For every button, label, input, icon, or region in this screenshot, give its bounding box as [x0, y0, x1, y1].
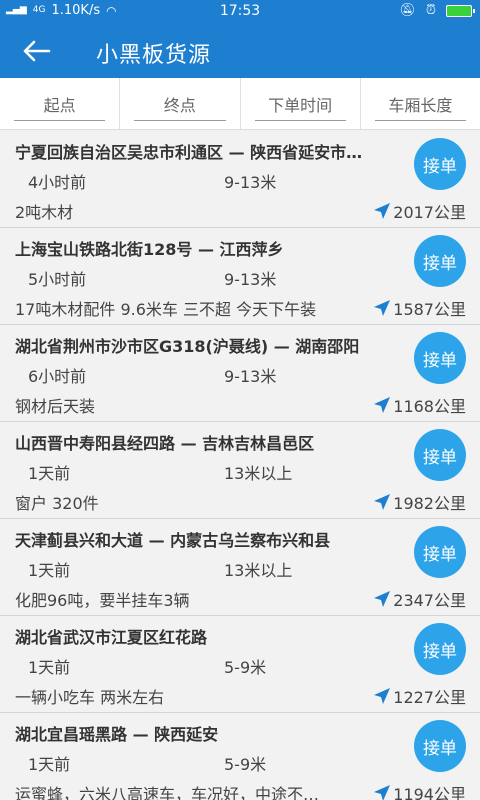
- navigation-arrow-icon: [374, 688, 391, 704]
- cargo-description: 一辆小吃车 两米左右: [15, 688, 165, 707]
- post-time: 4小时前: [28, 173, 87, 192]
- truck-length: 13米以上: [224, 464, 293, 483]
- cargo-description: 窗户 320件: [15, 494, 99, 513]
- post-time: 1天前: [28, 755, 71, 774]
- filter-tabs: 起点 终点 下单时间 车厢长度: [0, 78, 480, 130]
- accept-order-button[interactable]: 接单: [414, 138, 466, 190]
- tab-underline: [254, 120, 346, 121]
- tab-underline: [14, 120, 106, 121]
- page-title: 小黑板货源: [96, 43, 212, 68]
- tab-label: 起点: [43, 95, 76, 115]
- list-item[interactable]: 山西晋中寿阳县经四路 — 吉林吉林昌邑区 1天前 13米以上 窗户 320件 1…: [0, 422, 480, 519]
- route-text: 山西晋中寿阳县经四路 — 吉林吉林昌邑区: [15, 434, 315, 453]
- tab-order-time[interactable]: 下单时间: [241, 78, 361, 129]
- accept-order-button[interactable]: 接单: [414, 429, 466, 481]
- navigation-arrow-icon: [374, 785, 391, 800]
- list-item[interactable]: 上海宝山铁路北街128号 — 江西萍乡 5小时前 9-13米 17吨木材配件 9…: [0, 228, 480, 325]
- truck-length: 5-9米: [224, 755, 267, 774]
- tab-origin[interactable]: 起点: [0, 78, 121, 129]
- truck-length: 5-9米: [224, 658, 267, 677]
- navigation-arrow-icon: [374, 203, 391, 219]
- tab-truck-length[interactable]: 车厢长度: [361, 78, 480, 129]
- list-item[interactable]: 天津蓟县兴和大道 — 内蒙古乌兰察布兴和县 1天前 13米以上 化肥96吨，要半…: [0, 519, 480, 616]
- distance: 1194公里: [373, 781, 466, 800]
- cargo-description: 化肥96吨，要半挂车3辆: [15, 591, 190, 610]
- list-item[interactable]: 湖北省荆州市沙市区G318(沪聂线) — 湖南邵阳 6小时前 9-13米 钢材后…: [0, 325, 480, 422]
- status-bar: ▂▄▆ 4G 1.10K/s ◠ 17:53 🔕︎ ⏰︎: [0, 0, 480, 24]
- route-text: 宁夏回族自治区吴忠市利通区 — 陕西省延安市…: [15, 143, 363, 162]
- tab-label: 终点: [163, 95, 196, 115]
- distance-value: 1168公里: [393, 397, 466, 416]
- distance-value: 1587公里: [393, 300, 466, 319]
- mute-icon: 🔕︎: [399, 3, 416, 18]
- route-text: 湖北省武汉市江夏区红花路: [15, 628, 208, 647]
- distance-value: 1982公里: [393, 494, 466, 513]
- navigation-arrow-icon: [374, 397, 391, 413]
- truck-length: 9-13米: [224, 367, 277, 386]
- distance: 1587公里: [373, 296, 466, 320]
- cargo-description: 17吨木材配件 9.6米车 三不超 今天下午装: [15, 300, 317, 319]
- accept-order-button[interactable]: 接单: [414, 235, 466, 287]
- tab-destination[interactable]: 终点: [120, 78, 241, 129]
- cargo-description: 运蜜蜂，六米八高速车，车况好，中途不…: [15, 785, 320, 800]
- distance-value: 2017公里: [393, 203, 466, 222]
- distance: 2017公里: [373, 199, 466, 223]
- back-arrow-icon: [23, 40, 51, 62]
- navigation-arrow-icon: [374, 591, 391, 607]
- distance: 1982公里: [373, 490, 466, 514]
- cargo-description: 钢材后天装: [15, 397, 96, 416]
- distance-value: 1194公里: [393, 785, 466, 800]
- distance: 1227公里: [373, 684, 466, 708]
- back-button[interactable]: [14, 31, 58, 71]
- truck-length: 9-13米: [224, 173, 277, 192]
- post-time: 1天前: [28, 658, 71, 677]
- tab-label: 下单时间: [268, 95, 333, 115]
- cargo-list: 宁夏回族自治区吴忠市利通区 — 陕西省延安市… 4小时前 9-13米 2吨木材 …: [0, 131, 480, 800]
- alarm-icon: ⏰︎: [425, 3, 436, 18]
- accept-order-button[interactable]: 接单: [414, 623, 466, 675]
- distance-value: 1227公里: [393, 688, 466, 707]
- tab-label: 车厢长度: [388, 95, 453, 115]
- accept-order-button[interactable]: 接单: [414, 720, 466, 772]
- accept-order-button[interactable]: 接单: [414, 332, 466, 384]
- distance-value: 2347公里: [393, 591, 466, 610]
- truck-length: 9-13米: [224, 270, 277, 289]
- list-item[interactable]: 宁夏回族自治区吴忠市利通区 — 陕西省延安市… 4小时前 9-13米 2吨木材 …: [0, 131, 480, 228]
- distance: 1168公里: [373, 393, 466, 417]
- post-time: 5小时前: [28, 270, 87, 289]
- post-time: 6小时前: [28, 367, 87, 386]
- accept-order-button[interactable]: 接单: [414, 526, 466, 578]
- list-item[interactable]: 湖北省武汉市江夏区红花路 1天前 5-9米 一辆小吃车 两米左右 1227公里 …: [0, 616, 480, 713]
- tab-underline: [134, 120, 226, 121]
- list-item[interactable]: 湖北宜昌瑶黑路 — 陕西延安 1天前 5-9米 运蜜蜂，六米八高速车，车况好，中…: [0, 713, 480, 800]
- distance: 2347公里: [373, 587, 466, 611]
- cargo-description: 2吨木材: [15, 203, 74, 222]
- post-time: 1天前: [28, 561, 71, 580]
- tab-underline: [374, 120, 466, 121]
- route-text: 湖北宜昌瑶黑路 — 陕西延安: [15, 725, 219, 744]
- battery-icon: [446, 4, 475, 17]
- navigation-arrow-icon: [374, 300, 391, 316]
- app-bar: 小黑板货源: [0, 24, 480, 78]
- status-right: 🔕︎ ⏰︎: [399, 3, 475, 18]
- navigation-arrow-icon: [374, 494, 391, 510]
- route-text: 上海宝山铁路北街128号 — 江西萍乡: [15, 240, 284, 259]
- route-text: 湖北省荆州市沙市区G318(沪聂线) — 湖南邵阳: [15, 337, 360, 356]
- route-text: 天津蓟县兴和大道 — 内蒙古乌兰察布兴和县: [15, 531, 331, 550]
- post-time: 1天前: [28, 464, 71, 483]
- truck-length: 13米以上: [224, 561, 293, 580]
